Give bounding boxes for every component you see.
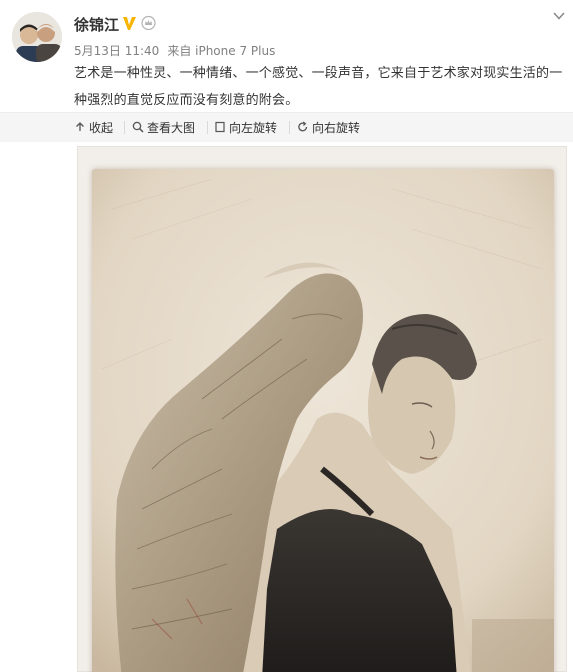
post-meta: 5月13日 11:40 来自 iPhone 7 Plus <box>74 42 275 59</box>
collapse-button[interactable]: 收起 <box>74 119 113 137</box>
view-large-label: 查看大图 <box>147 121 196 135</box>
rotate-left-button[interactable]: 向左旋转 <box>214 119 277 137</box>
rotate-left-icon <box>214 121 226 133</box>
action-divider <box>124 121 125 134</box>
post-text: 艺术是一种性灵、一种情绪、一个感觉、一段声音，它来自于艺术家对现实生活的一种强烈… <box>74 66 563 108</box>
rotate-right-button[interactable]: 向右旋转 <box>297 119 360 137</box>
collapse-label: 收起 <box>89 121 114 135</box>
image-viewer[interactable] <box>77 146 567 672</box>
rotate-left-label: 向左旋转 <box>229 121 278 135</box>
action-divider <box>207 121 208 134</box>
collapse-icon <box>74 121 86 133</box>
username[interactable]: 徐锦江 <box>74 14 119 35</box>
post-date[interactable]: 5月13日 11:40 <box>74 44 159 58</box>
rotate-right-icon <box>297 121 309 133</box>
zoom-icon <box>132 121 144 133</box>
image-action-bar: 收起 查看大图 向左旋转 向右旋转 <box>0 112 573 142</box>
post-header: 徐锦江 5月13日 11:40 来自 iPhone 7 Plus 艺术是一种性灵、… <box>0 0 573 112</box>
view-large-button[interactable]: 查看大图 <box>132 119 195 137</box>
verified-icon <box>121 15 138 32</box>
action-divider <box>289 121 290 134</box>
chevron-down-icon[interactable] <box>552 8 566 22</box>
sketch-artwork-image[interactable] <box>92 169 554 672</box>
post-source[interactable]: 来自 iPhone 7 Plus <box>167 44 275 58</box>
vip-icon[interactable] <box>141 15 156 31</box>
avatar[interactable] <box>12 12 62 62</box>
rotate-right-label: 向右旋转 <box>312 121 361 135</box>
